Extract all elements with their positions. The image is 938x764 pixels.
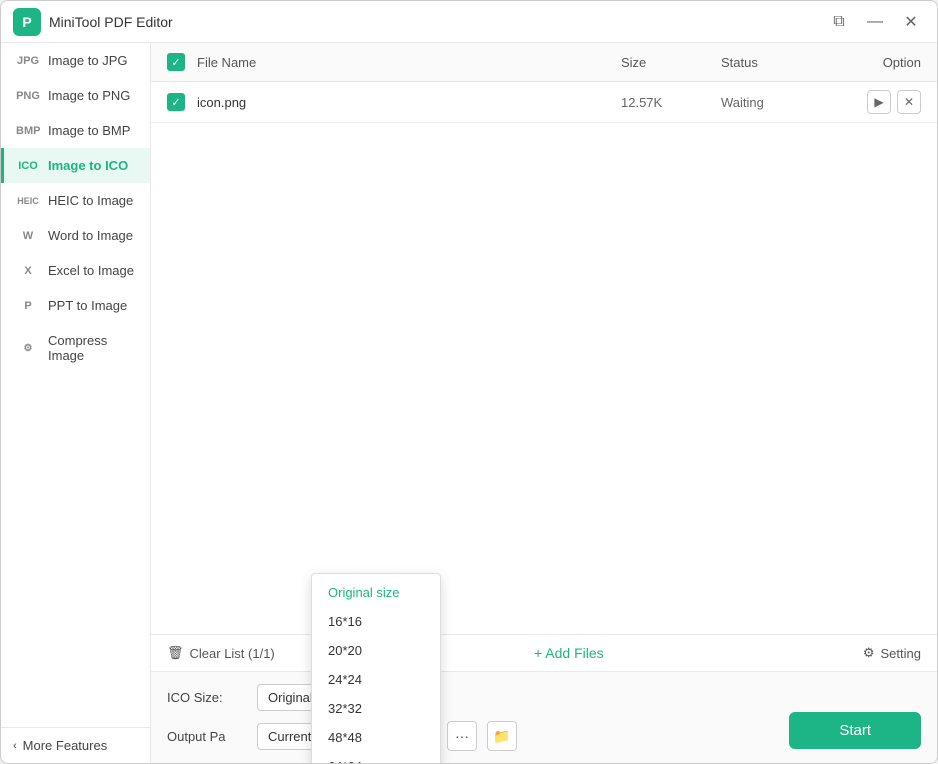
dropdown-item-original[interactable]: Original size bbox=[312, 578, 440, 607]
word-icon: W bbox=[16, 230, 40, 242]
sidebar-item-image-to-ico[interactable]: ICO Image to ICO bbox=[1, 148, 150, 183]
ico-icon: ICO bbox=[16, 160, 40, 172]
sidebar-item-ppt-to-image[interactable]: P PPT to Image bbox=[1, 288, 150, 323]
header-filename: File Name bbox=[197, 55, 621, 70]
add-files-button[interactable]: + Add Files bbox=[534, 645, 604, 661]
sidebar-label-heic-to-image: HEIC to Image bbox=[48, 193, 133, 208]
header-size: Size bbox=[621, 55, 721, 70]
dropdown-item-24x24[interactable]: 24*24 bbox=[312, 665, 440, 694]
chevron-left-icon: ‹ bbox=[13, 740, 17, 752]
start-button[interactable]: Start bbox=[789, 712, 921, 749]
clear-list-button[interactable]: 🗑 Clear List (1/1) bbox=[167, 645, 275, 661]
row-status: Waiting bbox=[721, 95, 841, 110]
sidebar-label-image-to-png: Image to PNG bbox=[48, 88, 130, 103]
file-table: ✓ File Name Size Status Option ✓ icon.pn… bbox=[151, 43, 937, 634]
main-area: ✓ File Name Size Status Option ✓ icon.pn… bbox=[151, 43, 937, 763]
excel-icon: X bbox=[16, 265, 40, 277]
sidebar-item-excel-to-image[interactable]: X Excel to Image bbox=[1, 253, 150, 288]
row-checkbox[interactable]: ✓ bbox=[167, 93, 197, 111]
more-features-item[interactable]: ‹ More Features bbox=[1, 727, 150, 763]
app-logo: P bbox=[13, 8, 41, 36]
sidebar-label-compress-image: Compress Image bbox=[48, 333, 138, 363]
table-row: ✓ icon.png 12.57K Waiting bbox=[151, 82, 937, 123]
sidebar-label-ppt-to-image: PPT to Image bbox=[48, 298, 127, 313]
dots-button[interactable]: ··· bbox=[447, 721, 477, 751]
sidebar: JPG Image to JPG PNG Image to PNG BMP Im… bbox=[1, 43, 151, 763]
more-features-label: More Features bbox=[23, 738, 108, 753]
dropdown-item-16x16[interactable]: 16*16 bbox=[312, 607, 440, 636]
header-check: ✓ bbox=[167, 53, 197, 71]
app-window: P MiniTool PDF Editor ⧉ — ✕ JPG Image to… bbox=[0, 0, 938, 764]
setting-button[interactable]: ⚙ Setting bbox=[863, 645, 921, 661]
sidebar-item-image-to-jpg[interactable]: JPG Image to JPG bbox=[1, 43, 150, 78]
output-path-label: Output Pa bbox=[167, 729, 247, 744]
sidebar-item-heic-to-image[interactable]: HEIC HEIC to Image bbox=[1, 183, 150, 218]
bmp-icon: BMP bbox=[16, 125, 40, 137]
titlebar: P MiniTool PDF Editor ⧉ — ✕ bbox=[1, 1, 937, 43]
table-header: ✓ File Name Size Status Option bbox=[151, 43, 937, 82]
app-title: MiniTool PDF Editor bbox=[49, 14, 825, 30]
header-status: Status bbox=[721, 55, 841, 70]
ico-size-row: ICO Size: Original size 16*16 20*20 24*2… bbox=[167, 684, 921, 711]
sidebar-label-image-to-jpg: Image to JPG bbox=[48, 53, 127, 68]
png-icon: PNG bbox=[16, 90, 40, 102]
dropdown-item-48x48[interactable]: 48*48 bbox=[312, 723, 440, 752]
play-button[interactable]: ▶ bbox=[867, 90, 891, 114]
sidebar-item-image-to-png[interactable]: PNG Image to PNG bbox=[1, 78, 150, 113]
row-options: ▶ ✕ bbox=[841, 90, 921, 114]
minimize-button[interactable]: — bbox=[861, 8, 889, 36]
ico-size-dropdown: Original size 16*16 20*20 24*24 32*32 48… bbox=[311, 573, 441, 763]
select-all-checkbox[interactable]: ✓ bbox=[167, 53, 185, 71]
setting-icon: ⚙ bbox=[863, 645, 875, 661]
sidebar-item-compress-image[interactable]: ⚙ Compress Image bbox=[1, 323, 150, 373]
window-controls: ⧉ — ✕ bbox=[825, 8, 925, 36]
sidebar-item-word-to-image[interactable]: W Word to Image bbox=[1, 218, 150, 253]
restore-button[interactable]: ⧉ bbox=[825, 8, 853, 36]
jpg-icon: JPG bbox=[16, 55, 40, 67]
table-body: ✓ icon.png 12.57K Waiting bbox=[151, 82, 937, 634]
sidebar-label-image-to-bmp: Image to BMP bbox=[48, 123, 130, 138]
dropdown-item-20x20[interactable]: 20*20 bbox=[312, 636, 440, 665]
bottom-panel: ICO Size: Original size 16*16 20*20 24*2… bbox=[151, 671, 937, 763]
dropdown-item-64x64[interactable]: 64*64 bbox=[312, 752, 440, 763]
ico-size-label: ICO Size: bbox=[167, 690, 247, 705]
sidebar-label-image-to-ico: Image to ICO bbox=[48, 158, 128, 173]
ppt-icon: P bbox=[16, 300, 40, 312]
heic-icon: HEIC bbox=[16, 196, 40, 206]
sidebar-item-image-to-bmp[interactable]: BMP Image to BMP bbox=[1, 113, 150, 148]
row-size: 12.57K bbox=[621, 95, 721, 110]
delete-row-button[interactable]: ✕ bbox=[897, 90, 921, 114]
clear-list-icon: 🗑 bbox=[167, 645, 184, 661]
header-option: Option bbox=[841, 55, 921, 70]
sidebar-label-word-to-image: Word to Image bbox=[48, 228, 133, 243]
bottom-toolbar: 🗑 Clear List (1/1) + Add Files ⚙ Setting bbox=[151, 634, 937, 671]
content-area: JPG Image to JPG PNG Image to PNG BMP Im… bbox=[1, 43, 937, 763]
dropdown-item-32x32[interactable]: 32*32 bbox=[312, 694, 440, 723]
folder-button[interactable]: 📁 bbox=[487, 721, 517, 751]
close-button[interactable]: ✕ bbox=[897, 8, 925, 36]
row-filename: icon.png bbox=[197, 95, 621, 110]
sidebar-label-excel-to-image: Excel to Image bbox=[48, 263, 134, 278]
compress-icon: ⚙ bbox=[16, 343, 40, 354]
